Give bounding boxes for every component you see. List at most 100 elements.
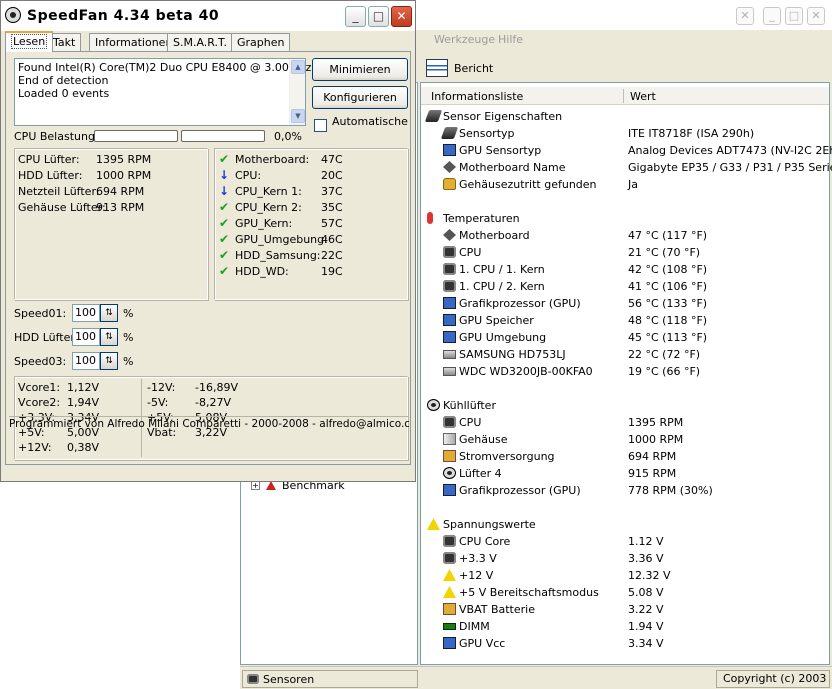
list-item[interactable]: GPU Umgebung 45 °C (113 °F) (421, 329, 829, 346)
scroll-down-icon[interactable]: ▼ (291, 109, 305, 123)
temperature-value: 35C (321, 201, 343, 214)
list-item[interactable]: GPU Speicher 48 °C (118 °F) (421, 312, 829, 329)
item-value: 19 °C (66 °F) (628, 365, 701, 378)
voltage-value: -8,27V (195, 396, 231, 409)
sensor-icon (440, 127, 459, 139)
list-item[interactable]: 1. CPU / 2. Kern 41 °C (106 °F) (421, 278, 829, 295)
minimize-button[interactable]: Minimieren (312, 58, 408, 81)
section-header[interactable]: Kühllüfter (421, 397, 829, 414)
temperature-name: HDD_WD: (235, 265, 289, 278)
minimize-icon[interactable]: _ (345, 6, 366, 27)
event-log[interactable]: Found Intel(R) Core(TM)2 Duo CPU E8400 @… (14, 58, 311, 126)
tab-graphen[interactable]: Graphen (231, 33, 291, 51)
speed-input[interactable]: 100 (72, 352, 100, 370)
section-header[interactable]: Spannungswerte (421, 516, 829, 533)
everest-toolbar: Bericht (420, 52, 832, 82)
tab-smart[interactable]: S.M.A.R.T. (167, 33, 233, 51)
menu-hilfe[interactable]: Hilfe (498, 33, 523, 46)
log-scrollbar[interactable]: ▲ ▼ (289, 59, 305, 125)
item-label: +12 V (459, 569, 494, 582)
fan-name: HDD Lüfter: (18, 169, 83, 182)
spin-updown-icon[interactable]: ⇅ (100, 304, 118, 322)
list-item[interactable]: +3.3 V 3.36 V (421, 550, 829, 567)
expand-icon[interactable]: + (251, 481, 260, 490)
list-item[interactable]: +12 V 12.32 V (421, 567, 829, 584)
column-separator[interactable] (623, 89, 624, 103)
list-item[interactable]: GPU Vcc 3.34 V (421, 635, 829, 652)
fan-rpm: 1000 RPM (96, 169, 152, 182)
speed-input[interactable]: 100 (72, 304, 100, 322)
list-item[interactable]: CPU 1395 RPM (421, 414, 829, 431)
checkmark-icon: ✔ (219, 248, 230, 262)
menu-werkzeuge[interactable]: Werkzeuge (434, 33, 495, 46)
report-label: Bericht (454, 61, 494, 75)
list-item[interactable]: VBAT Batterie 3.22 V (421, 601, 829, 618)
list-item[interactable]: Lüfter 4 915 RPM (421, 465, 829, 482)
scroll-up-icon[interactable]: ▲ (291, 60, 305, 74)
item-label: Motherboard (459, 229, 530, 242)
speedfan-titlebar[interactable]: SpeedFan 4.34 beta 40 _ □ ✕ (1, 1, 415, 31)
sensor-list[interactable]: Informationsliste Wert Sensor Eigenschaf… (420, 82, 832, 665)
item-value: 915 RPM (628, 467, 677, 480)
cpu-load-label: CPU Belastung (14, 130, 95, 143)
status-left-text: Sensoren (263, 672, 315, 686)
tab-informationen[interactable]: Informationen (89, 33, 179, 51)
minimize-icon[interactable]: _ (763, 7, 781, 25)
speed-input[interactable]: 100 (72, 328, 100, 346)
close-icon[interactable]: ✕ (391, 6, 412, 27)
inactive-close-icon[interactable]: ✕ (736, 7, 754, 25)
fan-readings-panel: CPU Lüfter: 1395 RPM HDD Lüfter: 1000 RPM Ne… (14, 148, 208, 300)
item-label: DIMM (459, 620, 490, 633)
power-icon (443, 603, 456, 615)
list-item[interactable]: Sensortyp ITE IT8718F (ISA 290h) (421, 125, 829, 142)
configure-button[interactable]: Konfigurieren (312, 86, 408, 109)
list-item[interactable]: Stromversorgung 694 RPM (421, 448, 829, 465)
column-field[interactable]: Informationsliste (431, 90, 523, 103)
list-item[interactable]: WDC WD3200JB-00KFA0 19 °C (66 °F) (421, 363, 829, 380)
item-label: Stromversorgung (459, 450, 555, 463)
report-button[interactable]: Bericht (426, 57, 493, 79)
list-item[interactable]: Grafikprozessor (GPU) 778 RPM (30%) (421, 482, 829, 499)
list-item[interactable]: GPU Sensortyp Analog Devices ADT7473 (NV-… (421, 142, 832, 159)
item-label: Gehäuse (459, 433, 508, 446)
list-item[interactable]: Gehäusezutritt gefunden Ja (421, 176, 829, 193)
item-value: 3.36 V (628, 552, 664, 565)
item-label: Sensortyp (459, 127, 515, 140)
list-item[interactable]: 1. CPU / 1. Kern 42 °C (108 °F) (421, 261, 829, 278)
list-item[interactable]: DIMM 1.94 V (421, 618, 829, 635)
item-value: 5.08 V (628, 586, 664, 599)
cpu-load-percent: 0,0% (274, 130, 302, 143)
cpu-icon (443, 535, 456, 547)
fan-name: CPU Lüfter: (18, 153, 80, 166)
list-item[interactable]: Grafikprozessor (GPU) 56 °C (133 °F) (421, 295, 829, 312)
list-item[interactable]: +5 V Bereitschaftsmodus 5.08 V (421, 584, 829, 601)
list-item[interactable]: Motherboard Name Gigabyte EP35 / G33 / P3… (421, 159, 832, 176)
item-value: 3.22 V (628, 603, 664, 616)
gpu-icon (443, 297, 456, 309)
column-value[interactable]: Wert (630, 90, 656, 103)
auto-fan-checkbox[interactable] (314, 119, 327, 132)
spin-updown-icon[interactable]: ⇅ (100, 352, 118, 370)
list-item[interactable]: SAMSUNG HD753LJ 22 °C (72 °F) (421, 346, 829, 363)
fan-icon (443, 467, 456, 479)
maximize-icon[interactable]: □ (785, 7, 803, 25)
section-header[interactable]: Sensor Eigenschaften (421, 108, 829, 125)
maximize-icon[interactable]: □ (368, 6, 389, 27)
section-header[interactable]: Temperaturen (421, 210, 829, 227)
temperature-value: 20C (321, 169, 343, 182)
item-value: 41 °C (106 °F) (628, 280, 708, 293)
list-item[interactable]: CPU 21 °C (70 °F) (421, 244, 829, 261)
report-icon (426, 59, 448, 77)
tab-lesen[interactable]: Lesen (5, 31, 54, 52)
temperature-row: ✔ GPU_Kern: 57C (219, 216, 409, 232)
status-section: Sensoren (242, 670, 418, 688)
list-item[interactable]: Gehäuse 1000 RPM (421, 431, 829, 448)
voltage-icon (443, 586, 456, 598)
fan-rpm: 1395 RPM (96, 153, 152, 166)
item-value: 778 RPM (30%) (628, 484, 713, 497)
close-icon[interactable]: ✕ (807, 7, 825, 25)
spin-updown-icon[interactable]: ⇅ (100, 328, 118, 346)
auto-fan-label: Automatische Lüftergeschwi... (332, 116, 412, 128)
list-item[interactable]: CPU Core 1.12 V (421, 533, 829, 550)
list-item[interactable]: Motherboard 47 °C (117 °F) (421, 227, 829, 244)
